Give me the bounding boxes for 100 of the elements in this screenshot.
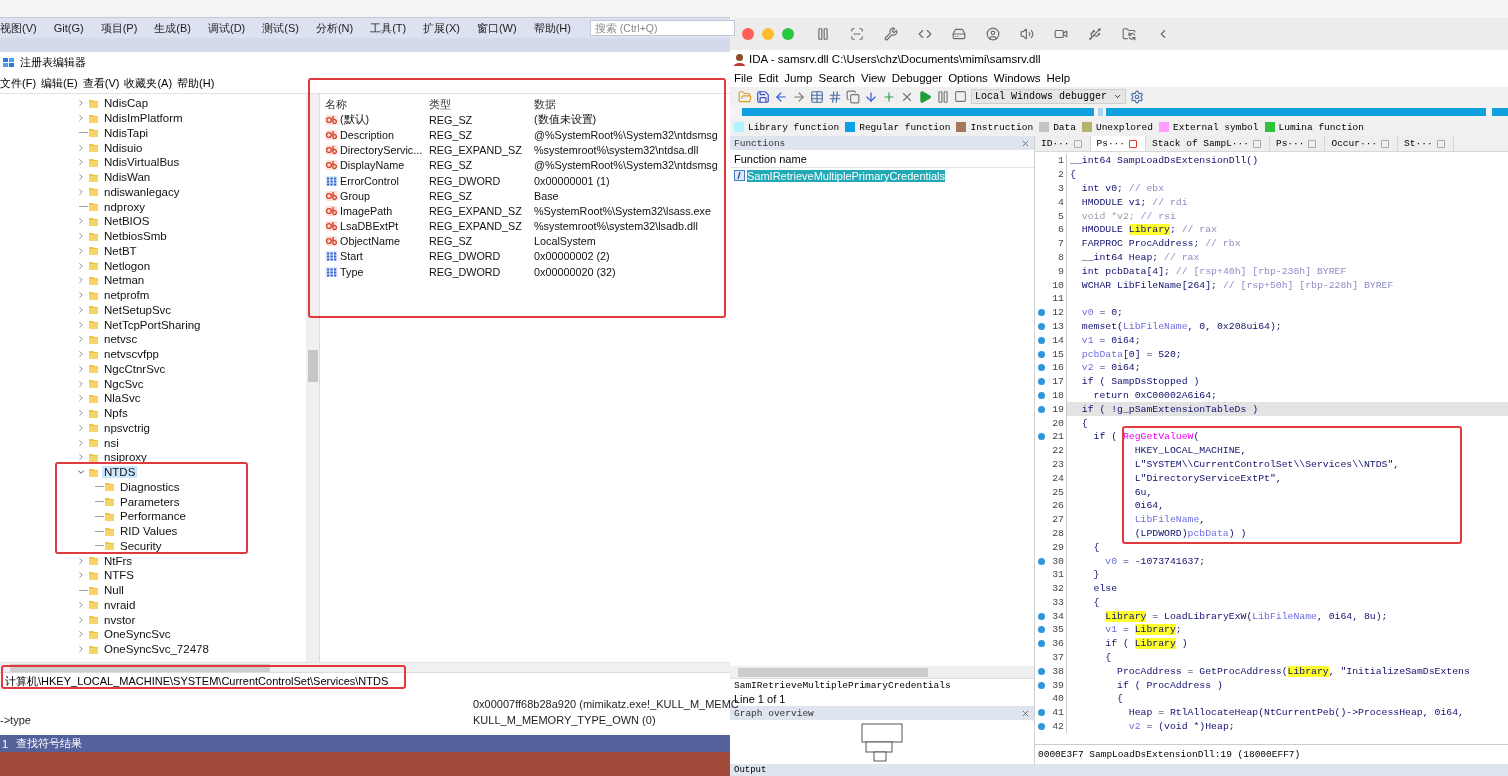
column-header[interactable]: Function name: [734, 152, 807, 165]
tree-item[interactable]: OneSyncSvc: [102, 628, 173, 641]
close-icon[interactable]: [1021, 708, 1030, 718]
search-field[interactable]: 搜索 (Ctrl+Q): [589, 20, 735, 36]
menu-item[interactable]: 扩展(X): [423, 20, 460, 36]
play-icon[interactable]: [918, 89, 932, 104]
hash-icon[interactable]: [828, 89, 842, 104]
tree-item[interactable]: NdisImPlatform: [102, 112, 185, 125]
tree-item[interactable]: NdisCap: [102, 97, 151, 110]
close-icon[interactable]: [1021, 138, 1030, 148]
tree-item[interactable]: NgcCtnrSvc: [102, 362, 168, 375]
menu-item[interactable]: 文件(F): [0, 75, 37, 91]
tree-item[interactable]: Diagnostics: [118, 480, 182, 493]
menu-item[interactable]: Jump: [784, 71, 813, 84]
column-header[interactable]: 类型: [429, 97, 534, 112]
tree-item[interactable]: netprofm: [102, 289, 152, 302]
column-header[interactable]: 名称: [325, 97, 429, 112]
column-header[interactable]: 数据: [534, 97, 730, 112]
value-name[interactable]: ObjectName: [340, 235, 400, 248]
menu-item[interactable]: Help: [1046, 71, 1071, 84]
usb-icon[interactable]: [1088, 27, 1102, 41]
tree-item[interactable]: NdisVirtualBus: [102, 156, 182, 169]
value-name[interactable]: DirectoryServic...: [340, 144, 423, 157]
copy-icon[interactable]: [846, 89, 860, 104]
code-icon[interactable]: [918, 27, 932, 41]
menu-item[interactable]: Windows: [993, 71, 1041, 84]
tree-item[interactable]: NdisWan: [102, 171, 153, 184]
wrench-icon[interactable]: [884, 27, 898, 41]
folder-icon[interactable]: [1122, 27, 1136, 41]
tree-item[interactable]: NetSetupSvc: [102, 303, 174, 316]
value-name[interactable]: (默认): [340, 112, 370, 127]
back-arrow-icon[interactable]: [774, 89, 788, 104]
menu-item[interactable]: 分析(N): [315, 20, 354, 36]
user-icon[interactable]: [986, 27, 1000, 41]
menu-item[interactable]: Git(G): [53, 22, 84, 34]
tree-item[interactable]: netvsc: [102, 333, 140, 346]
minimize-button[interactable]: [762, 28, 774, 40]
value-name[interactable]: LsaDBExtPt: [340, 220, 399, 233]
value-name[interactable]: Description: [340, 128, 394, 141]
value-name[interactable]: Type: [340, 265, 364, 278]
menu-item[interactable]: 帮助(H): [533, 20, 571, 36]
pause-icon[interactable]: [936, 89, 950, 104]
close-button[interactable]: [742, 28, 754, 40]
tree-item[interactable]: nsiproxy: [102, 451, 149, 464]
menu-item[interactable]: 查看(V): [82, 75, 120, 91]
tree-item[interactable]: OneSyncSvc_72478: [102, 643, 211, 656]
value-name[interactable]: ImagePath: [340, 204, 393, 217]
menu-item[interactable]: 编辑(E): [41, 75, 78, 91]
tree-item[interactable]: NetbiosSmb: [102, 230, 169, 243]
tree-item[interactable]: netvscvfpp: [102, 348, 161, 361]
settings-icon[interactable]: [1130, 89, 1145, 104]
forward-arrow-icon[interactable]: [792, 89, 806, 104]
tree-item[interactable]: Security: [118, 539, 164, 552]
menu-item[interactable]: 帮助(H): [177, 75, 215, 91]
tree-item[interactable]: NlaSvc: [102, 392, 143, 405]
menu-item[interactable]: 调试(D): [207, 20, 246, 36]
tree-item[interactable]: nvraid: [102, 598, 138, 611]
pause-icon[interactable]: [816, 27, 830, 41]
tree-item[interactable]: NetBT: [102, 244, 139, 257]
tree-item[interactable]: Performance: [118, 510, 188, 523]
menu-item[interactable]: 窗口(W): [476, 20, 517, 36]
camera-icon[interactable]: [1054, 27, 1068, 41]
tree-item[interactable]: Netlogon: [102, 259, 153, 272]
maximize-button[interactable]: [782, 28, 794, 40]
menu-item[interactable]: View: [860, 71, 886, 84]
value-name[interactable]: Group: [340, 189, 370, 202]
menu-item[interactable]: File: [734, 71, 753, 84]
address-bar[interactable]: 计算机\HKEY_LOCAL_MACHINE\SYSTEM\CurrentControlSet\Services\NTDS: [0, 672, 730, 690]
speaker-icon[interactable]: [1020, 27, 1034, 41]
menu-item[interactable]: 项目(P): [100, 20, 138, 36]
value-name[interactable]: Start: [340, 250, 363, 263]
tree-item[interactable]: Null: [102, 584, 126, 597]
menu-item[interactable]: 工具(T): [370, 20, 407, 36]
tree-item[interactable]: ndproxy: [102, 200, 147, 213]
tree-item[interactable]: Npfs: [102, 407, 130, 420]
debugger-select[interactable]: Local Windows debugger: [971, 89, 1127, 104]
menu-item[interactable]: Debugger: [891, 71, 943, 84]
tree-item[interactable]: NTFS: [102, 569, 137, 582]
tree-item[interactable]: Ndisuio: [102, 141, 145, 154]
menu-item[interactable]: 视图(V): [0, 20, 37, 36]
tree-item[interactable]: npsvctrig: [102, 421, 153, 434]
save-icon[interactable]: [756, 89, 770, 104]
tree-item[interactable]: NTDS: [102, 466, 138, 479]
tree-item[interactable]: nsi: [102, 436, 121, 449]
menu-item[interactable]: 测试(S): [262, 20, 299, 36]
tree-item[interactable]: Netman: [102, 274, 147, 287]
tree-item[interactable]: NdisTapi: [102, 126, 151, 139]
menu-item[interactable]: Options: [948, 71, 988, 84]
tree-item[interactable]: NetTcpPortSharing: [102, 318, 203, 331]
tree-item[interactable]: NtFrs: [102, 554, 135, 567]
menu-item[interactable]: 生成(B): [154, 20, 191, 36]
tree-item[interactable]: NetBIOS: [102, 215, 152, 228]
table-icon[interactable]: [810, 89, 824, 104]
menu-item[interactable]: Search: [818, 71, 855, 84]
tree-item[interactable]: RID Values: [118, 525, 180, 538]
stop-icon[interactable]: [954, 90, 967, 103]
tree-item[interactable]: nvstor: [102, 613, 138, 626]
screenshot-icon[interactable]: [850, 27, 864, 41]
value-name[interactable]: ErrorControl: [340, 174, 399, 187]
menu-item[interactable]: 收藏夹(A): [124, 75, 173, 91]
